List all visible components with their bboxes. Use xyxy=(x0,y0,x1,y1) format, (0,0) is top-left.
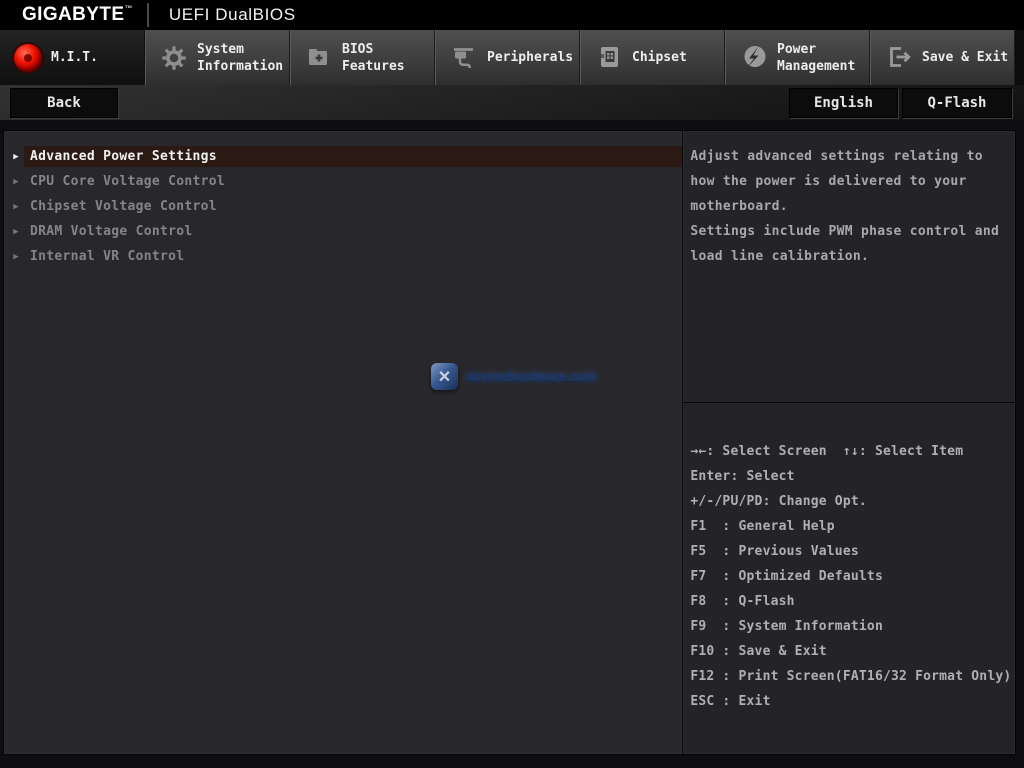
tab-power-management[interactable]: PowerManagement xyxy=(725,30,870,85)
tab-save-exit[interactable]: Save & Exit xyxy=(870,30,1015,85)
trademark-symbol: ™ xyxy=(124,4,132,13)
folder-plus-icon xyxy=(303,46,335,70)
gigabyte-logo: GIGABYTE™ xyxy=(22,4,133,26)
submenu-arrow-icon xyxy=(8,252,24,262)
settings-menu-panel: Advanced Power Settings CPU Core Voltage… xyxy=(4,131,683,754)
exit-icon xyxy=(883,46,915,69)
tab-chipset[interactable]: Chipset xyxy=(580,30,725,85)
language-button[interactable]: English xyxy=(789,88,898,118)
divider xyxy=(147,3,149,27)
submenu-arrow-icon xyxy=(8,152,24,162)
submenu-arrow-icon xyxy=(8,177,24,187)
gear-icon xyxy=(158,45,190,71)
tab-label: Save & Exit xyxy=(922,49,1008,66)
tab-system-information[interactable]: SystemInformation xyxy=(145,30,290,85)
mit-red-indicator-icon xyxy=(12,44,44,72)
tab-label: Chipset xyxy=(632,49,687,66)
title-bar: GIGABYTE™ UEFI DualBIOS xyxy=(0,0,1024,30)
tab-label: BIOSFeatures xyxy=(342,41,405,75)
tab-bar: M.I.T. SystemInformation BIOSFea xyxy=(0,30,1024,85)
back-button[interactable]: Back xyxy=(10,88,118,118)
tab-bios-features[interactable]: BIOSFeatures xyxy=(290,30,435,85)
tab-label: PowerManagement xyxy=(777,41,855,75)
menu-item-chipset-voltage-control[interactable]: Chipset Voltage Control xyxy=(4,194,682,219)
content-area: Advanced Power Settings CPU Core Voltage… xyxy=(3,130,1016,755)
toolbar: Back English Q-Flash xyxy=(0,85,1024,120)
menu-item-cpu-core-voltage-control[interactable]: CPU Core Voltage Control xyxy=(4,169,682,194)
tab-label: M.I.T. xyxy=(51,49,98,66)
tab-peripherals[interactable]: Peripherals xyxy=(435,30,580,85)
key-legend: →←: Select Screen ↑↓: Select Item Enter:… xyxy=(683,403,1015,754)
qflash-button[interactable]: Q-Flash xyxy=(902,88,1012,118)
item-help-text: Adjust advanced settings relating to how… xyxy=(683,131,1015,403)
tab-label: SystemInformation xyxy=(197,41,283,75)
help-panel: Adjust advanced settings relating to how… xyxy=(683,131,1015,754)
peripheral-device-icon xyxy=(448,46,480,70)
chip-icon xyxy=(593,45,625,70)
menu-item-advanced-power-settings[interactable]: Advanced Power Settings xyxy=(4,144,682,169)
submenu-arrow-icon xyxy=(8,202,24,212)
lightning-icon xyxy=(738,44,770,71)
submenu-arrow-icon xyxy=(8,227,24,237)
menu-item-internal-vr-control[interactable]: Internal VR Control xyxy=(4,244,682,269)
menu-item-dram-voltage-control[interactable]: DRAM Voltage Control xyxy=(4,219,682,244)
bios-title: UEFI DualBIOS xyxy=(169,5,296,25)
tab-label: Peripherals xyxy=(487,49,573,66)
tab-mit[interactable]: M.I.T. xyxy=(0,30,145,85)
